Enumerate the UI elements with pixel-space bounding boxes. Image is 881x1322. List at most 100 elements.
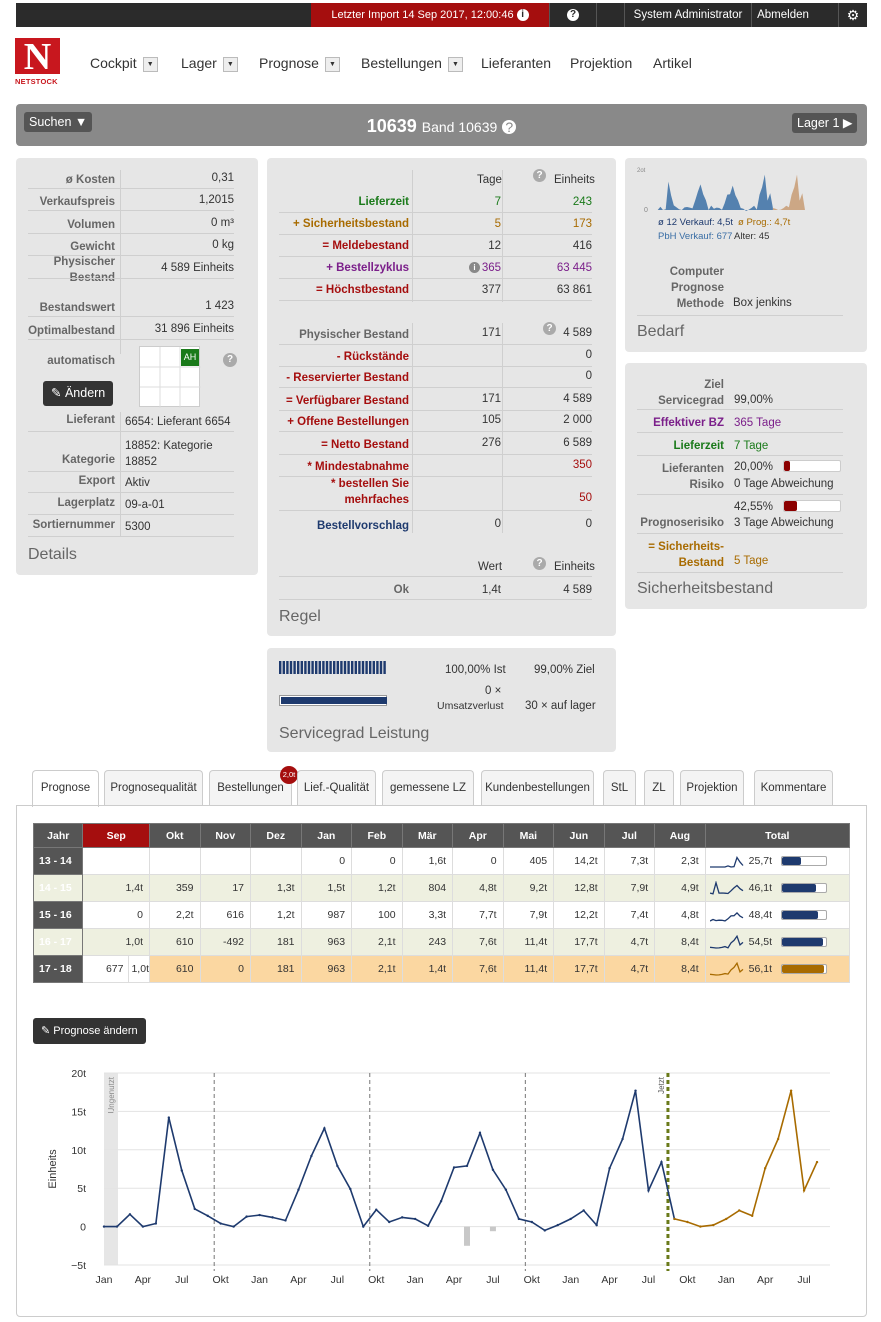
month-cell[interactable]: 17,7t [553,955,605,983]
forecast-point[interactable] [815,1160,819,1164]
month-cell[interactable]: 17 [199,874,252,902]
month-cell[interactable]: 17,7t [553,928,605,956]
month-cell[interactable]: 11,4t [502,955,555,983]
history-point[interactable] [193,1207,196,1211]
month-cell[interactable]: 2,1t [351,955,403,983]
chevron-down-icon[interactable]: ▼ [324,56,340,72]
tab-zl[interactable]: ZL [644,770,674,806]
month-cell[interactable]: 181 [250,928,302,956]
tab-lief-qualität[interactable]: Lief.-Qualität [297,770,376,806]
history-point[interactable] [543,1229,546,1232]
month-cell[interactable]: 1,2t [250,901,302,929]
edit-forecast-button[interactable]: ✎ Prognose ändern [33,1018,146,1044]
month-cell[interactable]: 1,4t [82,874,150,902]
history-point[interactable] [608,1167,611,1170]
month-cell[interactable]: 7,7t [452,901,504,929]
forecast-point[interactable] [776,1137,780,1141]
tab-kundenbestellungen[interactable]: Kundenbestellungen [481,770,594,806]
forecast-point[interactable] [763,1167,767,1170]
month-cell[interactable] [199,847,252,875]
month-cell[interactable]: 3,3t [401,901,454,929]
nav-cockpit[interactable]: Cockpit ▼ [90,55,158,72]
location-button[interactable]: Lager 1 ▶ [792,113,858,133]
month-cell[interactable]: 7,9t [502,901,555,929]
forecast-point[interactable] [789,1089,793,1092]
history-point[interactable] [452,1166,456,1169]
month-cell[interactable]: 12,2t [553,901,605,929]
history-point[interactable] [569,1217,572,1221]
month-cell[interactable]: 0 [351,847,403,875]
mini-demand-chart[interactable] [655,168,815,216]
tab-prognosequalität[interactable]: Prognosequalität [104,770,203,806]
month-cell[interactable]: 0 [199,955,252,983]
history-point[interactable] [167,1116,171,1119]
month-cell[interactable] [250,847,302,875]
history-point[interactable] [647,1189,650,1192]
month-cell[interactable]: 963 [300,955,353,983]
history-point[interactable] [413,1217,417,1221]
sep-input[interactable]: 677 [83,956,130,982]
edit-button[interactable]: ✎ Ändern [43,381,114,406]
month-cell[interactable]: 0 [452,847,504,875]
history-point[interactable] [465,1164,469,1168]
month-cell[interactable]: 1,5t [300,874,353,902]
month-cell[interactable]: 405 [502,847,555,875]
month-cell[interactable]: 181 [250,955,302,983]
question-icon[interactable]: ? [533,169,546,182]
month-cell[interactable]: 100 [351,901,403,929]
month-cell[interactable]: 4,7t [603,928,656,956]
month-cell[interactable]: 804 [401,874,454,902]
month-cell[interactable]: 359 [148,874,201,902]
history-point[interactable] [375,1208,378,1211]
chevron-down-icon[interactable]: ▼ [447,56,463,72]
history-point[interactable] [621,1137,624,1141]
history-point[interactable] [556,1223,559,1227]
history-point[interactable] [582,1209,585,1212]
tab-stl[interactable]: StL [603,770,636,806]
month-cell[interactable]: 7,9t [603,874,656,902]
history-point[interactable] [491,1168,495,1171]
month-cell[interactable] [148,847,201,875]
gear-icon[interactable]: ⚙ [838,3,867,27]
month-cell[interactable]: 987 [300,901,353,929]
month-cell[interactable]: 0 [82,901,150,929]
chevron-down-icon[interactable]: ▼ [142,56,158,72]
info-icon[interactable]: i [469,262,480,273]
question-icon[interactable]: ? [223,353,237,367]
history-point[interactable] [258,1213,261,1217]
month-cell[interactable]: 4,8t [654,901,706,929]
history-point[interactable] [349,1187,352,1191]
month-cell[interactable]: 7,6t [452,928,504,956]
history-point[interactable] [336,1164,339,1168]
tab-gemessene-lz[interactable]: gemessene LZ [382,770,474,806]
forecast-point[interactable] [699,1225,702,1228]
history-point[interactable] [530,1220,534,1224]
question-icon[interactable]: ? [533,557,546,570]
forecast-point[interactable] [738,1209,741,1212]
month-cell[interactable]: 2,3t [654,847,706,875]
nav-prognose[interactable]: Prognose ▼ [259,55,340,72]
month-cell[interactable]: 0 [300,847,353,875]
forecast-point[interactable] [673,1217,676,1221]
history-point[interactable] [180,1169,183,1172]
history-point[interactable] [388,1220,391,1224]
history-point[interactable] [154,1222,158,1225]
forecast-point[interactable] [712,1223,715,1227]
forecast-chart[interactable]: Ungenutzt −5t 0 5t 10t 15t 20t Einheits Jetzt Jan… [40,1062,840,1302]
history-point[interactable] [232,1225,235,1228]
history-point[interactable] [102,1225,106,1228]
netstock-logo[interactable]: N NETSTOCK [15,38,60,90]
month-cell[interactable]: -492 [199,928,252,956]
history-point[interactable] [634,1089,637,1092]
month-cell[interactable]: 616 [199,901,252,929]
history-point[interactable] [219,1222,222,1225]
question-icon[interactable]: ? [543,322,556,335]
month-cell[interactable]: 4,8t [452,874,504,902]
month-cell[interactable]: 11,4t [502,928,555,956]
month-cell[interactable]: 1,4t [401,955,454,983]
history-point[interactable] [362,1225,365,1228]
info-icon[interactable]: i [516,9,529,22]
month-cell[interactable]: 14,2t [553,847,605,875]
tab-kommentare[interactable]: Kommentare [754,770,833,806]
month-cell[interactable]: 243 [401,928,454,956]
